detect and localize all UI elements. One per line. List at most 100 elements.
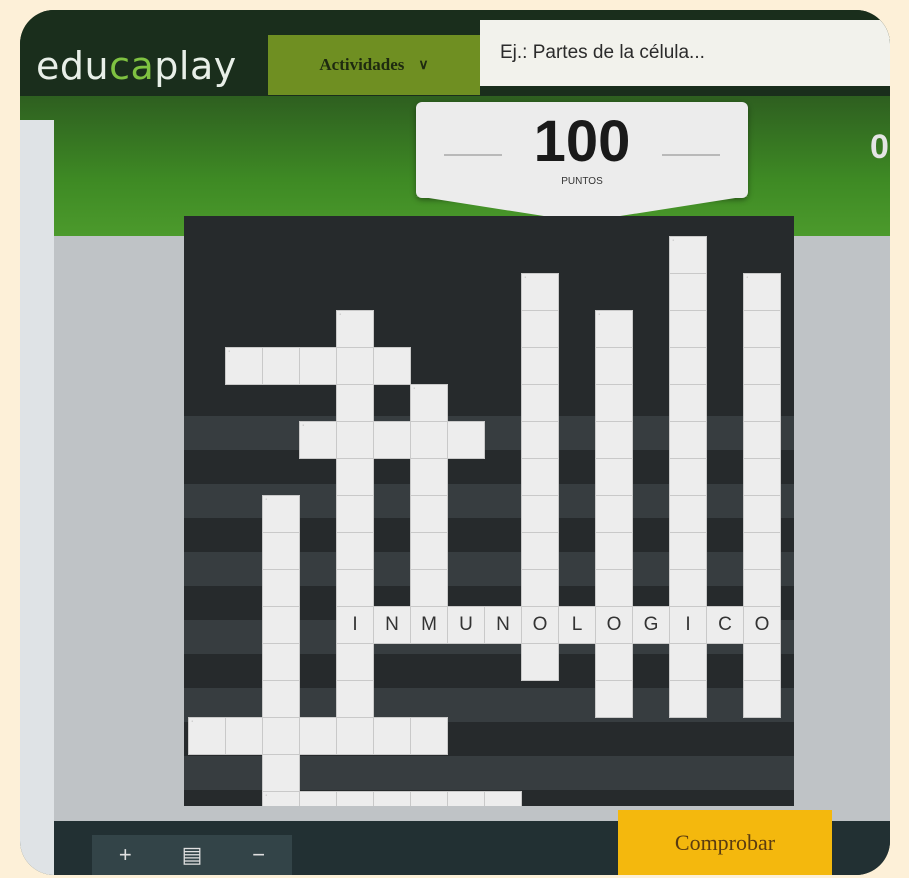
crossword-cell[interactable] xyxy=(669,569,707,607)
crossword-cell[interactable] xyxy=(336,643,374,681)
crossword-cell[interactable] xyxy=(410,532,448,570)
crossword-cell[interactable] xyxy=(669,421,707,459)
crossword-cell[interactable]: O xyxy=(521,606,559,644)
crossword-cell[interactable] xyxy=(336,384,374,422)
crossword-cell[interactable] xyxy=(299,791,337,806)
crossword-cell[interactable] xyxy=(373,791,411,806)
crossword-cell[interactable] xyxy=(743,569,781,607)
crossword-cell[interactable]: I xyxy=(669,606,707,644)
crossword-cell[interactable] xyxy=(669,495,707,533)
crossword-cell[interactable]: M xyxy=(410,606,448,644)
crossword-cell[interactable] xyxy=(262,643,300,681)
educaplay-logo[interactable]: educaplay xyxy=(36,44,237,88)
crossword-cell[interactable]: U xyxy=(447,606,485,644)
crossword-cell[interactable] xyxy=(669,643,707,681)
crossword-cell[interactable] xyxy=(521,495,559,533)
crossword-cell[interactable] xyxy=(521,458,559,496)
crossword-cell[interactable] xyxy=(595,495,633,533)
crossword-cell[interactable]: · xyxy=(410,384,448,422)
crossword-cell[interactable] xyxy=(743,384,781,422)
crossword-cell[interactable] xyxy=(373,347,411,385)
crossword-cell[interactable] xyxy=(336,680,374,718)
crossword-cell[interactable]: · xyxy=(262,791,300,806)
crossword-cell[interactable] xyxy=(410,421,448,459)
crossword-cell[interactable] xyxy=(669,532,707,570)
crossword-cell[interactable] xyxy=(521,310,559,348)
crossword-cell[interactable] xyxy=(595,421,633,459)
crossword-cell[interactable]: O xyxy=(595,606,633,644)
crossword-cell[interactable] xyxy=(373,421,411,459)
crossword-cell[interactable] xyxy=(262,754,300,792)
crossword-cell[interactable] xyxy=(262,569,300,607)
crossword-cell[interactable] xyxy=(410,495,448,533)
crossword-cell[interactable] xyxy=(521,421,559,459)
crossword-cell[interactable] xyxy=(447,421,485,459)
crossword-cell[interactable] xyxy=(595,347,633,385)
crossword-cell[interactable] xyxy=(336,347,374,385)
fit-screen-icon[interactable]: ▤ xyxy=(172,842,212,868)
crossword-cell[interactable] xyxy=(373,717,411,755)
crossword-cell[interactable] xyxy=(521,532,559,570)
crossword-cell[interactable] xyxy=(595,569,633,607)
crossword-cell[interactable]: C xyxy=(706,606,744,644)
crossword-cell[interactable] xyxy=(262,532,300,570)
crossword-cell[interactable] xyxy=(743,495,781,533)
crossword-cell[interactable] xyxy=(669,310,707,348)
crossword-cell[interactable] xyxy=(410,791,448,806)
crossword-cell[interactable] xyxy=(521,347,559,385)
crossword-cell[interactable] xyxy=(262,347,300,385)
crossword-cell[interactable]: · xyxy=(521,273,559,311)
crossword-cell[interactable] xyxy=(336,791,374,806)
crossword-cell[interactable] xyxy=(521,384,559,422)
crossword-cell[interactable] xyxy=(262,717,300,755)
crossword-cell[interactable] xyxy=(262,606,300,644)
crossword-cell[interactable] xyxy=(299,347,337,385)
crossword-cell[interactable] xyxy=(669,680,707,718)
crossword-cell[interactable]: · xyxy=(595,310,633,348)
crossword-cell[interactable] xyxy=(521,643,559,681)
crossword-cell[interactable] xyxy=(595,680,633,718)
crossword-cell[interactable] xyxy=(410,458,448,496)
crossword-cell[interactable] xyxy=(447,791,485,806)
crossword-cell[interactable] xyxy=(743,347,781,385)
crossword-cell[interactable] xyxy=(336,458,374,496)
crossword-cell[interactable] xyxy=(595,458,633,496)
crossword-cell[interactable] xyxy=(595,384,633,422)
crossword-cell[interactable] xyxy=(336,532,374,570)
crossword-cell[interactable]: · xyxy=(669,236,707,274)
crossword-cell[interactable] xyxy=(743,310,781,348)
activities-dropdown[interactable]: Actividades ∨ xyxy=(268,35,480,95)
crossword-cell[interactable] xyxy=(521,569,559,607)
crossword-cell[interactable] xyxy=(336,717,374,755)
crossword-cell[interactable]: I xyxy=(336,606,374,644)
crossword-cell[interactable] xyxy=(743,532,781,570)
search-input[interactable]: Ej.: Partes de la célula... xyxy=(480,20,890,86)
zoom-in-button[interactable]: + xyxy=(105,842,145,868)
crossword-cell[interactable]: · xyxy=(336,310,374,348)
crossword-cell[interactable] xyxy=(299,717,337,755)
crossword-cell[interactable] xyxy=(669,273,707,311)
crossword-cell[interactable] xyxy=(669,458,707,496)
crossword-cell[interactable] xyxy=(669,384,707,422)
crossword-cell[interactable] xyxy=(336,569,374,607)
crossword-cell[interactable] xyxy=(743,458,781,496)
crossword-cell[interactable] xyxy=(595,643,633,681)
crossword-cell[interactable] xyxy=(262,680,300,718)
crossword-cell[interactable] xyxy=(336,421,374,459)
crossword-cell[interactable] xyxy=(743,643,781,681)
zoom-out-button[interactable]: − xyxy=(239,842,279,868)
crossword-cell[interactable]: · xyxy=(262,495,300,533)
crossword-cell[interactable]: N xyxy=(484,606,522,644)
crossword-cell[interactable] xyxy=(336,495,374,533)
crossword-cell[interactable] xyxy=(410,569,448,607)
crossword-cell[interactable]: L xyxy=(558,606,596,644)
crossword-cell[interactable] xyxy=(484,791,522,806)
crossword-cell[interactable]: · xyxy=(188,717,226,755)
crossword-cell[interactable]: · xyxy=(225,347,263,385)
crossword-cell[interactable]: · xyxy=(299,421,337,459)
crossword-cell[interactable] xyxy=(743,421,781,459)
crossword-cell[interactable] xyxy=(595,532,633,570)
crossword-cell[interactable]: N xyxy=(373,606,411,644)
crossword-cell[interactable]: O xyxy=(743,606,781,644)
crossword-cell[interactable]: · xyxy=(743,273,781,311)
